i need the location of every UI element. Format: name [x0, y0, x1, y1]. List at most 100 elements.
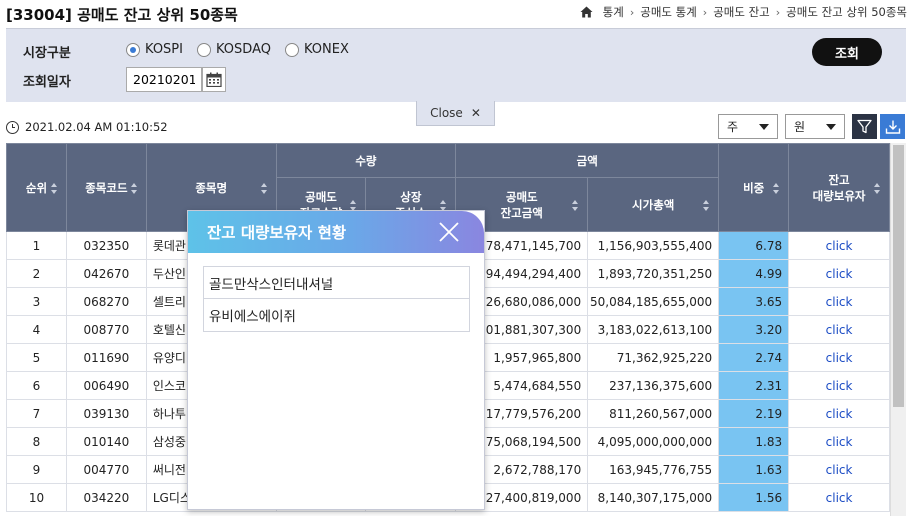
- cell-code: 042670: [65, 259, 147, 288]
- cell-holder-link[interactable]: click: [788, 343, 890, 372]
- unit-select-value: 주: [727, 120, 739, 134]
- download-icon: [885, 120, 900, 134]
- timestamp: 2021.02.04 AM 01:10:52: [6, 120, 168, 134]
- cell-code: 039130: [65, 399, 147, 428]
- sort-icon[interactable]: [874, 182, 881, 194]
- cell-holder-link[interactable]: click: [788, 315, 890, 344]
- currency-select-value: 원: [794, 120, 806, 134]
- radio-unselected-icon[interactable]: [284, 42, 299, 57]
- cell-market-cap: 3,183,022,613,100: [587, 315, 720, 344]
- close-icon: ✕: [470, 106, 481, 120]
- breadcrumb-item-short-stats[interactable]: 공매도 통계: [640, 4, 697, 20]
- radio-konex-label: KONEX: [303, 42, 349, 57]
- cell-ratio: 6.78: [718, 231, 790, 260]
- col-rank-label: 순위: [25, 180, 48, 195]
- cell-rank: 6: [6, 371, 67, 400]
- col-rank[interactable]: 순위: [6, 143, 67, 232]
- col-holder[interactable]: 잔고 대량보유자: [788, 143, 890, 232]
- radio-kospi-label: KOSPI: [145, 42, 183, 57]
- filter-panel: 시장구분 KOSPI KOSDAQ KONEX 조회일자 조회: [6, 28, 906, 102]
- cell-rank: 10: [6, 483, 67, 512]
- breadcrumb-item-stats[interactable]: 통계: [603, 4, 624, 20]
- search-button[interactable]: 조회: [812, 38, 882, 66]
- chevron-right-icon: ›: [629, 5, 635, 19]
- cell-ratio: 1.56: [718, 483, 790, 512]
- sort-icon[interactable]: [773, 182, 780, 194]
- cell-rank: 5: [6, 343, 67, 372]
- radio-unselected-icon[interactable]: [196, 42, 211, 57]
- cell-code: 068270: [65, 287, 147, 316]
- cell-ratio: 2.74: [718, 343, 790, 372]
- sort-icon[interactable]: [572, 199, 579, 211]
- calendar-button[interactable]: [202, 67, 226, 92]
- cell-market-cap: 8,140,307,175,000: [587, 483, 720, 512]
- cell-holder-link[interactable]: click: [788, 427, 890, 456]
- col-market-cap[interactable]: 시가총액: [587, 177, 720, 232]
- cell-code: 032350: [65, 231, 147, 260]
- cell-rank: 2: [6, 259, 67, 288]
- title-bar: [33004] 공매도 잔고 상위 50종목 통계 › 공매도 통계 › 공매도…: [0, 0, 913, 28]
- radio-selected-icon[interactable]: [126, 42, 140, 57]
- cell-market-cap: 1,893,720,351,250: [587, 259, 720, 288]
- cell-holder-link[interactable]: click: [788, 259, 890, 288]
- download-button[interactable]: [880, 114, 905, 139]
- currency-select[interactable]: 원: [785, 114, 845, 139]
- sort-icon[interactable]: [350, 199, 357, 211]
- cell-rank: 9: [6, 455, 67, 484]
- cell-holder-link[interactable]: click: [788, 399, 890, 428]
- caret-down-icon: [826, 123, 836, 130]
- cell-holder-link[interactable]: click: [788, 231, 890, 260]
- market-radio-group: KOSPI KOSDAQ KONEX: [126, 42, 349, 57]
- sort-icon[interactable]: [440, 199, 447, 211]
- timestamp-text: 2021.02.04 AM 01:10:52: [25, 120, 168, 134]
- filter-icon: [857, 119, 872, 134]
- holder-item: 유비에스에이쥐: [209, 309, 296, 325]
- home-icon[interactable]: [580, 6, 593, 18]
- col-group-qty: 수량: [275, 143, 457, 178]
- radio-konex[interactable]: KONEX: [284, 42, 349, 57]
- cell-market-cap: 50,084,185,655,000: [587, 287, 720, 316]
- cell-holder-link[interactable]: click: [788, 287, 890, 316]
- sort-icon[interactable]: [50, 182, 58, 194]
- cell-market-cap: 811,260,567,000: [587, 399, 720, 428]
- cell-rank: 8: [6, 427, 67, 456]
- sort-icon[interactable]: [130, 182, 138, 194]
- close-filter-tab[interactable]: Close ✕: [416, 101, 495, 126]
- radio-kosdaq[interactable]: KOSDAQ: [196, 42, 271, 57]
- col-code-label: 종목코드: [85, 180, 128, 195]
- modal-title: 잔고 대량보유자 현황: [207, 224, 347, 242]
- chevron-right-icon: ›: [775, 5, 781, 19]
- cell-holder-link[interactable]: click: [788, 483, 890, 512]
- col-ratio[interactable]: 비중: [718, 143, 790, 232]
- vertical-scrollbar[interactable]: [890, 143, 906, 516]
- unit-select[interactable]: 주: [718, 114, 778, 139]
- cell-code: 008770: [65, 315, 147, 344]
- cell-ratio: 2.31: [718, 371, 790, 400]
- clock-icon: [6, 120, 19, 134]
- cell-ratio: 2.19: [718, 399, 790, 428]
- cell-ratio: 4.99: [718, 259, 790, 288]
- modal-close-button[interactable]: [438, 221, 460, 243]
- date-input[interactable]: [126, 67, 202, 92]
- col-short-amt-label-1: 공매도: [505, 189, 538, 204]
- scrollbar-thumb[interactable]: [893, 145, 904, 407]
- cell-rank: 3: [6, 287, 67, 316]
- cell-code: 011690: [65, 343, 147, 372]
- holder-list: 골드만삭스인터내셔널 유비에스에이쥐: [203, 266, 470, 332]
- filter-button[interactable]: [852, 114, 877, 139]
- radio-kospi[interactable]: KOSPI: [126, 42, 183, 57]
- cell-market-cap: 71,362,925,220: [587, 343, 720, 372]
- sort-icon[interactable]: [703, 199, 710, 211]
- holder-modal: 잔고 대량보유자 현황 골드만삭스인터내셔널 유비에스에이쥐: [187, 210, 485, 510]
- cell-market-cap: 237,136,375,600: [587, 371, 720, 400]
- sort-icon[interactable]: [260, 182, 268, 194]
- cell-holder-link[interactable]: click: [788, 455, 890, 484]
- close-filter-label: Close: [430, 106, 463, 120]
- col-name-label: 종목명: [195, 180, 228, 195]
- breadcrumb-item-current: 공매도 잔고 상위 50종목: [786, 5, 907, 19]
- cell-holder-link[interactable]: click: [788, 371, 890, 400]
- breadcrumb-item-short-balance[interactable]: 공매도 잔고: [713, 4, 770, 20]
- cell-code: 034220: [65, 483, 147, 512]
- col-code[interactable]: 종목코드: [65, 143, 147, 232]
- cell-market-cap: 1,156,903,555,400: [587, 231, 720, 260]
